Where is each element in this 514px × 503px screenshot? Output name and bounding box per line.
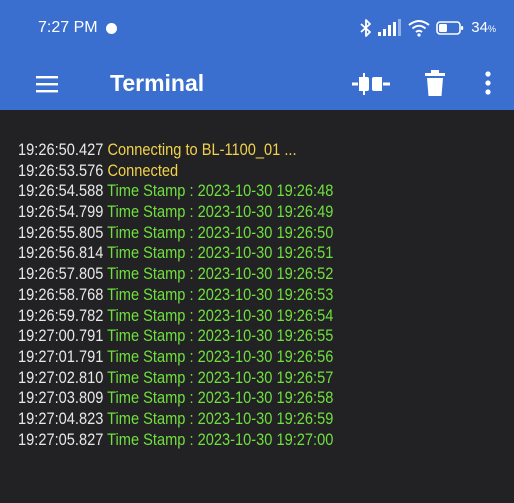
line-timestamp: 19:27:05.827 [18, 429, 104, 449]
line-data-message: Time Stamp : 2023-10-30 19:27:00 [107, 429, 334, 449]
line-data-message: Time Stamp : 2023-10-30 19:26:51 [107, 243, 334, 263]
line-timestamp: 19:26:57.805 [18, 264, 104, 284]
signal-icon [378, 19, 402, 36]
terminal-line: 19:26:54.799 Time Stamp : 2023-10-30 19:… [18, 202, 513, 223]
terminal-line: 19:26:54.588 Time Stamp : 2023-10-30 19:… [18, 181, 513, 202]
line-timestamp: 19:26:59.782 [18, 305, 104, 325]
line-data-message: Time Stamp : 2023-10-30 19:26:48 [107, 181, 334, 201]
app-bar: Terminal [0, 56, 514, 110]
status-bar: 7:27 PM 34% [0, 0, 514, 56]
line-timestamp: 19:27:02.810 [18, 367, 104, 387]
line-data-message: Time Stamp : 2023-10-30 19:26:57 [107, 367, 334, 387]
line-data-message: Time Stamp : 2023-10-30 19:26:50 [107, 222, 334, 242]
terminal-line: 19:26:55.805 Time Stamp : 2023-10-30 19:… [18, 223, 513, 244]
wifi-icon [408, 20, 430, 37]
terminal-line: 19:27:02.810 Time Stamp : 2023-10-30 19:… [18, 368, 513, 389]
more-vert-icon[interactable] [483, 69, 493, 97]
menu-icon[interactable] [34, 72, 62, 96]
line-timestamp: 19:26:58.768 [18, 284, 104, 304]
line-timestamp: 19:27:00.791 [18, 326, 104, 346]
line-data-message: Time Stamp : 2023-10-30 19:26:52 [107, 264, 334, 284]
terminal-line: 19:27:03.809 Time Stamp : 2023-10-30 19:… [18, 388, 513, 409]
page-title: Terminal [110, 70, 205, 96]
terminal-line: 19:27:01.791 Time Stamp : 2023-10-30 19:… [18, 347, 513, 368]
terminal-line: 19:26:56.814 Time Stamp : 2023-10-30 19:… [18, 243, 513, 264]
terminal-line: 19:27:04.823 Time Stamp : 2023-10-30 19:… [18, 409, 513, 430]
line-timestamp: 19:26:54.799 [18, 202, 104, 222]
battery-value: 34 [471, 18, 488, 36]
line-data-message: Time Stamp : 2023-10-30 19:26:53 [107, 284, 334, 304]
terminal-log: 19:26:50.427 Connecting to BL-1100_01 ..… [18, 140, 512, 450]
line-data-message: Time Stamp : 2023-10-30 19:26:49 [107, 202, 334, 222]
notification-dot-icon [106, 23, 117, 34]
line-data-message: Time Stamp : 2023-10-30 19:26:56 [107, 346, 334, 366]
terminal-line: 19:26:53.576 Connected [18, 161, 513, 182]
connect-icon[interactable] [350, 71, 392, 97]
line-timestamp: 19:26:56.814 [18, 243, 104, 263]
line-timestamp: 19:26:53.576 [18, 160, 104, 180]
battery-icon [436, 21, 464, 35]
line-timestamp: 19:27:01.791 [18, 346, 104, 366]
bluetooth-icon [360, 19, 372, 37]
phone-screen: 7:27 PM 34% Terminal 19:26:50.427 Connec… [0, 0, 514, 503]
line-data-message: Time Stamp : 2023-10-30 19:26:59 [107, 408, 334, 428]
battery-unit: % [487, 23, 496, 34]
line-status-message: Connecting to BL-1100_01 ... [107, 140, 297, 159]
line-timestamp: 19:27:03.809 [18, 388, 104, 408]
line-timestamp: 19:26:55.805 [18, 222, 104, 242]
terminal-line: 19:27:00.791 Time Stamp : 2023-10-30 19:… [18, 326, 513, 347]
line-data-message: Time Stamp : 2023-10-30 19:26:55 [107, 326, 334, 346]
line-data-message: Time Stamp : 2023-10-30 19:26:54 [107, 305, 334, 325]
terminal-line: 19:27:05.827 Time Stamp : 2023-10-30 19:… [18, 430, 513, 451]
status-time: 7:27 PM [38, 19, 98, 36]
line-timestamp: 19:26:50.427 [18, 140, 104, 159]
status-icons: 34% [360, 16, 496, 40]
terminal-line: 19:26:59.782 Time Stamp : 2023-10-30 19:… [18, 306, 513, 327]
terminal-line: 19:26:57.805 Time Stamp : 2023-10-30 19:… [18, 264, 513, 285]
battery-percent: 34% [471, 19, 496, 38]
line-timestamp: 19:27:04.823 [18, 408, 104, 428]
line-status-message: Connected [107, 160, 179, 180]
trash-icon[interactable] [423, 69, 447, 97]
line-data-message: Time Stamp : 2023-10-30 19:26:58 [107, 388, 334, 408]
terminal-output[interactable]: 19:26:50.427 Connecting to BL-1100_01 ..… [0, 110, 514, 503]
line-timestamp: 19:26:54.588 [18, 181, 104, 201]
terminal-line: 19:26:58.768 Time Stamp : 2023-10-30 19:… [18, 285, 513, 306]
terminal-line: 19:26:50.427 Connecting to BL-1100_01 ..… [18, 140, 513, 161]
